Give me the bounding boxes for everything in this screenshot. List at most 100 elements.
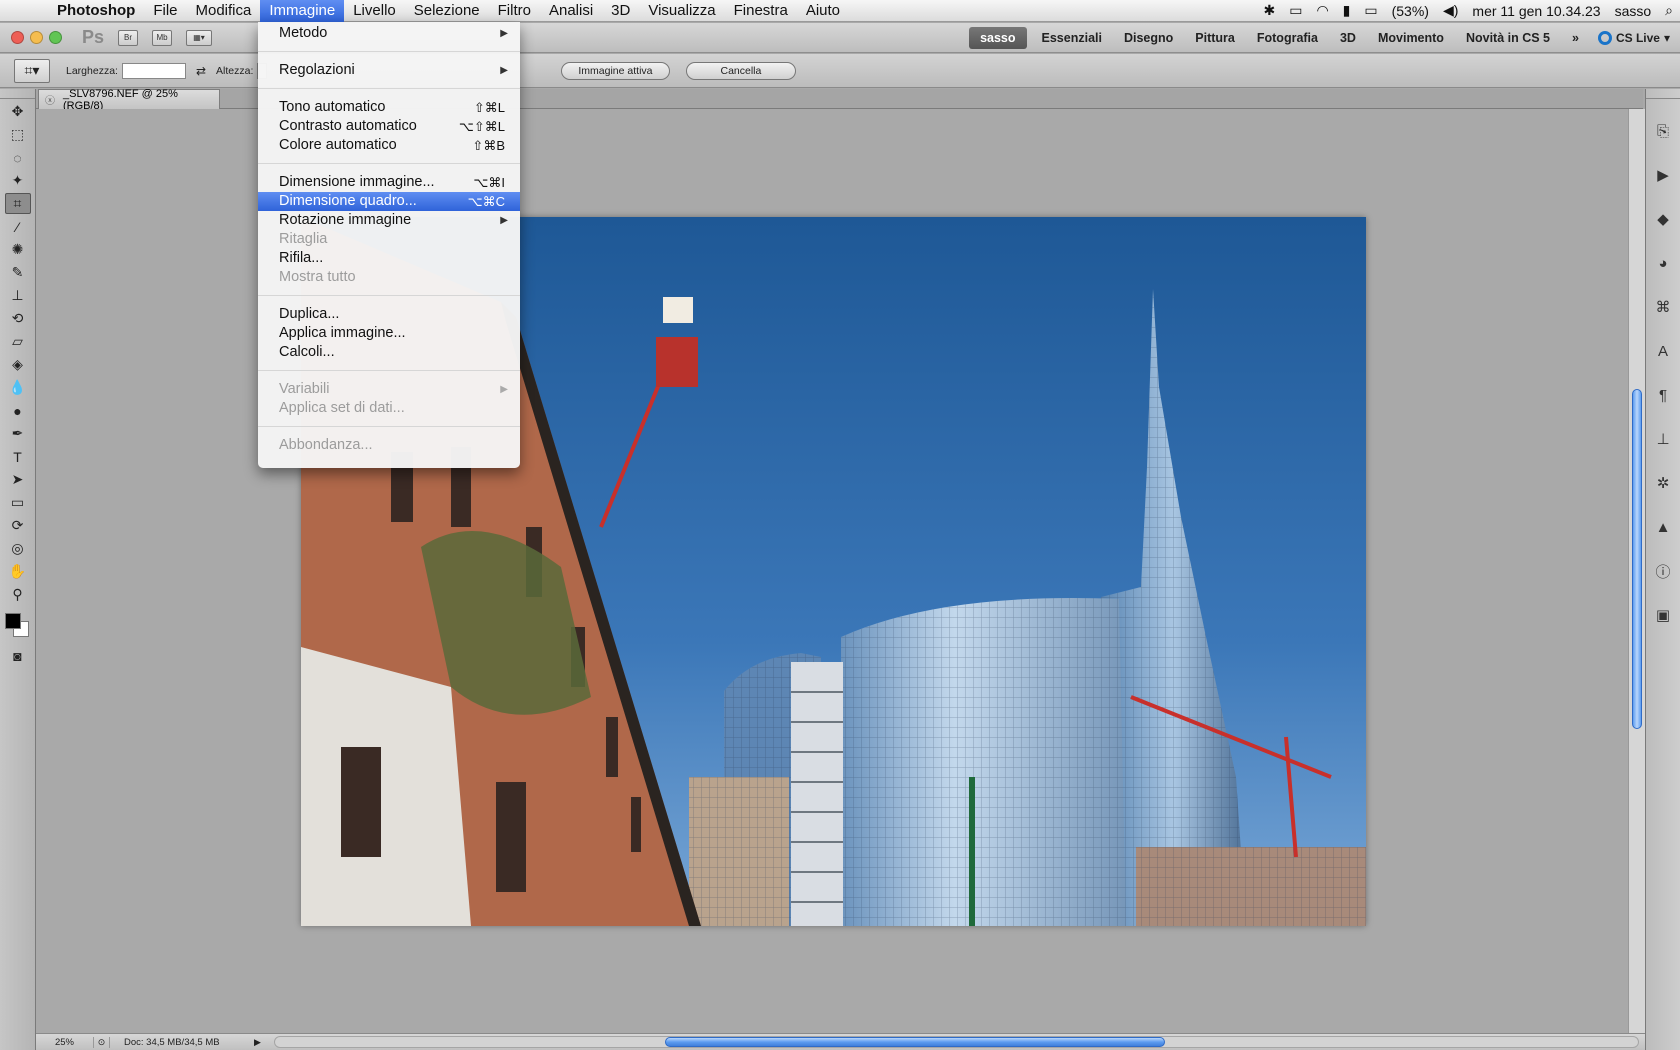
menu-item-dimensione-immagine[interactable]: Dimensione immagine... ⌥⌘I <box>258 173 520 192</box>
character-panel-icon[interactable]: A <box>1651 339 1675 363</box>
blur-tool-icon[interactable]: 💧 <box>5 377 31 398</box>
clock[interactable]: mer 11 gen 10.34.23 <box>1465 3 1607 19</box>
toolbox-grip[interactable] <box>0 89 35 99</box>
menu-item-metodo[interactable]: Metodo ▶ <box>258 24 520 43</box>
dodge-tool-icon[interactable]: ● <box>5 400 31 421</box>
display-icon[interactable]: ▭ <box>1282 2 1309 19</box>
crop-tool-icon[interactable]: ⌗ <box>4 193 31 214</box>
spot-healing-tool-icon[interactable]: ✺ <box>5 239 31 260</box>
menu-item-dimensione-quadro[interactable]: Dimensione quadro... ⌥⌘C <box>258 192 520 211</box>
menu-app-photoshop[interactable]: Photoshop <box>48 0 144 22</box>
foreground-color-swatch[interactable] <box>4 613 21 629</box>
menu-file[interactable]: File <box>144 0 186 22</box>
menu-item-rifila[interactable]: Rifila... <box>258 249 520 268</box>
rectangle-tool-icon[interactable]: ▭ <box>5 492 31 513</box>
channels-panel-icon[interactable]: ◕ <box>1651 251 1675 275</box>
mini-bridge-button[interactable]: Mb <box>152 29 173 46</box>
crop-tool-preset-picker[interactable]: ⌗ ▾ <box>14 58 50 83</box>
workspace-disegno[interactable]: Disegno <box>1113 31 1184 45</box>
mini-bridge-panel-icon[interactable]: ▣ <box>1651 603 1675 627</box>
menu-livello[interactable]: Livello <box>344 0 405 22</box>
workspace-sasso[interactable]: sasso <box>969 26 1027 49</box>
history-brush-tool-icon[interactable]: ⟲ <box>5 308 31 329</box>
more-workspaces-icon[interactable]: » <box>1561 31 1590 45</box>
brush-tool-icon[interactable]: ✎ <box>5 262 31 283</box>
battery-icon[interactable]: ▭ <box>1357 2 1384 19</box>
status-menu-arrow-icon[interactable]: ▶ <box>254 1037 268 1048</box>
zoom-level-field[interactable]: 25% <box>36 1036 94 1048</box>
menu-aiuto[interactable]: Aiuto <box>797 0 849 22</box>
hand-tool-icon[interactable]: ✋ <box>5 561 31 582</box>
battery-percent[interactable]: (53%) <box>1385 3 1436 19</box>
menu-modifica[interactable]: Modifica <box>187 0 261 22</box>
menu-item-regolazioni[interactable]: Regolazioni ▶ <box>258 61 520 80</box>
workspace-3d[interactable]: 3D <box>1329 31 1367 45</box>
menu-selezione[interactable]: Selezione <box>405 0 489 22</box>
cancel-button[interactable]: Cancella <box>685 61 797 80</box>
paint-bucket-tool-icon[interactable]: ◈ <box>5 354 31 375</box>
menu-item-tono-automatico[interactable]: Tono automatico ⇧⌘L <box>258 98 520 117</box>
menu-item-rotazione-immagine[interactable]: Rotazione immagine ▶ <box>258 211 520 230</box>
3d-rotate-tool-icon[interactable]: ⟳ <box>5 515 31 536</box>
dock-grip[interactable] <box>1646 89 1680 99</box>
menu-analisi[interactable]: Analisi <box>540 0 602 22</box>
vertical-scroll-thumb[interactable] <box>1632 389 1642 729</box>
menu-filtro[interactable]: Filtro <box>489 0 540 22</box>
navigator-panel-icon[interactable]: ✲ <box>1651 471 1675 495</box>
horizontal-scrollbar[interactable] <box>274 1036 1639 1048</box>
path-selection-tool-icon[interactable]: ➤ <box>5 469 31 490</box>
clone-stamp-tool-icon[interactable]: ⊥ <box>5 285 31 306</box>
horizontal-scroll-thumb[interactable] <box>665 1037 1165 1047</box>
animation-panel-icon[interactable]: ▶ <box>1651 163 1675 187</box>
minimize-window-button[interactable] <box>30 31 43 44</box>
move-tool-icon[interactable]: ✥ <box>5 101 31 122</box>
clone-source-panel-icon[interactable]: ⊥ <box>1651 427 1675 451</box>
paths-panel-icon[interactable]: ⌘ <box>1651 295 1675 319</box>
menu-item-applica-immagine[interactable]: Applica immagine... <box>258 324 520 343</box>
active-image-button[interactable]: Immagine attiva <box>561 61 670 80</box>
status-options-icon[interactable]: ⊙ <box>94 1036 110 1048</box>
bluetooth-icon[interactable]: ✱ <box>1256 2 1282 19</box>
document-tab[interactable]: ⓧ _SLV8796.NEF @ 25% (RGB/8) <box>38 88 220 112</box>
zoom-window-button[interactable] <box>49 31 62 44</box>
workspace-movimento[interactable]: Movimento <box>1367 31 1455 45</box>
menu-item-duplica[interactable]: Duplica... <box>258 305 520 324</box>
info-panel-icon[interactable]: ⓘ <box>1651 559 1675 583</box>
wifi-icon[interactable]: ◠ <box>1309 2 1335 19</box>
lasso-tool-icon[interactable]: ◌ <box>5 147 31 168</box>
spotlight-icon[interactable]: ⌕ <box>1658 2 1680 19</box>
menu-immagine[interactable]: Immagine <box>260 0 345 22</box>
close-tab-icon[interactable]: ⓧ <box>45 92 55 107</box>
cs-live-button[interactable]: CS Live ▾ <box>1590 30 1680 45</box>
view-extras-icon[interactable]: ▦▾ <box>186 29 213 46</box>
3d-orbit-tool-icon[interactable]: ◎ <box>5 538 31 559</box>
layers-panel-icon[interactable]: ◆ <box>1651 207 1675 231</box>
history-panel-icon[interactable]: ⎘ <box>1651 119 1675 143</box>
workspace-fotografia[interactable]: Fotografia <box>1246 31 1329 45</box>
eraser-tool-icon[interactable]: ▱ <box>5 331 31 352</box>
bridge-button[interactable]: Br <box>118 29 139 46</box>
histogram-panel-icon[interactable]: ▲ <box>1651 515 1675 539</box>
workspace-pittura[interactable]: Pittura <box>1184 31 1246 45</box>
workspace-novita-cs5[interactable]: Novità in CS 5 <box>1455 31 1561 45</box>
pen-tool-icon[interactable]: ✒ <box>5 423 31 444</box>
width-field[interactable] <box>121 62 186 79</box>
menu-item-colore-automatico[interactable]: Colore automatico ⇧⌘B <box>258 136 520 155</box>
quick-mask-icon[interactable]: ◙ <box>5 645 31 666</box>
zoom-tool-icon[interactable]: ⚲ <box>5 584 31 605</box>
eyedropper-tool-icon[interactable]: ⁄ <box>5 216 31 237</box>
user-name[interactable]: sasso <box>1608 3 1659 19</box>
menu-item-contrasto-automatico[interactable]: Contrasto automatico ⌥⇧⌘L <box>258 117 520 136</box>
swap-dimensions-icon[interactable]: ⇄ <box>196 64 206 78</box>
menu-item-calcoli[interactable]: Calcoli... <box>258 343 520 362</box>
menu-3d[interactable]: 3D <box>602 0 639 22</box>
volume-icon[interactable]: ◀) <box>1436 2 1465 19</box>
flag-icon[interactable]: ▮ <box>1336 2 1358 19</box>
quick-selection-tool-icon[interactable]: ✦ <box>5 170 31 191</box>
vertical-scrollbar[interactable] <box>1628 109 1645 1033</box>
menu-finestra[interactable]: Finestra <box>725 0 797 22</box>
type-tool-icon[interactable]: T <box>5 446 31 467</box>
marquee-tool-icon[interactable]: ⬚ <box>5 124 31 145</box>
workspace-essenziali[interactable]: Essenziali <box>1031 31 1113 45</box>
close-window-button[interactable] <box>11 31 24 44</box>
